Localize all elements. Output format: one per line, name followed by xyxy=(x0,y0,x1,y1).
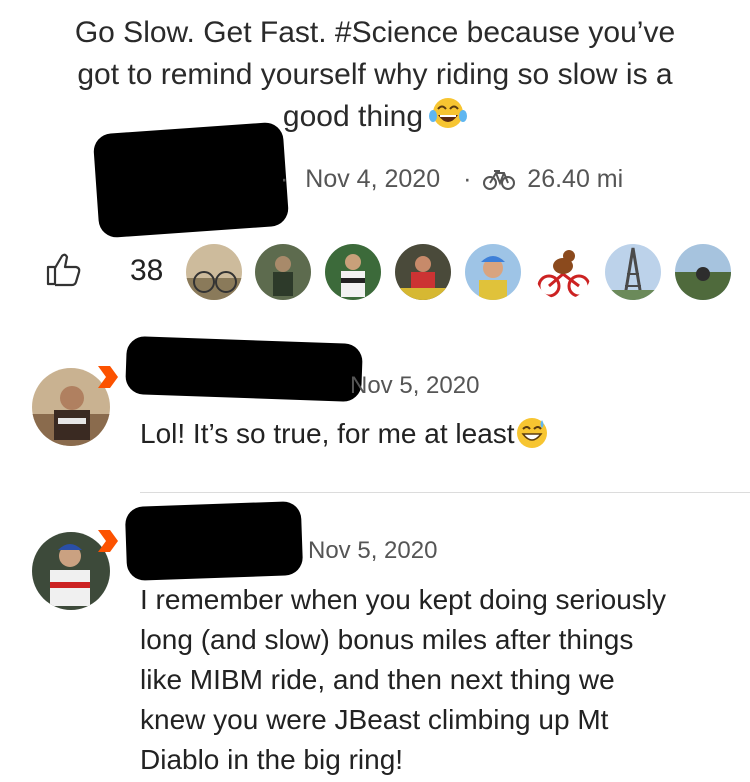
thumbs-up-icon[interactable] xyxy=(44,250,82,288)
kudo-avatar-2[interactable] xyxy=(255,244,311,300)
comment-body: Lol! It’s so true, for me at least xyxy=(140,418,515,449)
comment-divider xyxy=(140,492,750,493)
comment-line: like MIBM ride, and then next thing we xyxy=(140,664,615,695)
bike-icon xyxy=(483,170,516,191)
post-title: Go Slow. Get Fast. #Science because you’… xyxy=(0,12,750,138)
comment-line: knew you were JBeast climbing up Mt xyxy=(140,704,609,735)
subscriber-badge-icon xyxy=(98,366,118,388)
comment-date: Nov 5, 2020 xyxy=(350,372,480,399)
meta-separator: · xyxy=(463,164,472,193)
kudo-avatar-3[interactable] xyxy=(325,244,381,300)
kudo-avatar-8[interactable] xyxy=(675,244,731,300)
comment-line: long (and slow) bonus miles after things xyxy=(140,624,634,655)
laughing-tears-emoji-icon xyxy=(429,98,468,128)
kudo-avatar-4[interactable] xyxy=(395,244,451,300)
post-title-text: good thing xyxy=(282,100,424,133)
post-title-line: got to remind yourself why riding so slo… xyxy=(77,58,673,91)
kudo-avatar-6[interactable] xyxy=(535,244,591,300)
redacted-athlete-block xyxy=(92,121,290,239)
post-title-line: good thing xyxy=(0,96,750,138)
comment-date: Nov 5, 2020 xyxy=(308,537,438,564)
activity-meta: · Nov 4, 2020 · 26.40 mi xyxy=(280,164,623,194)
kudos-count[interactable]: 38 xyxy=(130,254,163,288)
meta-separator: · xyxy=(280,164,289,193)
kudo-avatar-1[interactable] xyxy=(186,244,242,300)
kudo-avatar-7[interactable] xyxy=(605,244,661,300)
comment-line: Diablo in the big ring! xyxy=(140,744,404,775)
activity-distance: 26.40 mi xyxy=(527,164,624,193)
redacted-commenter-name xyxy=(125,335,363,403)
activity-date: Nov 4, 2020 xyxy=(305,164,441,193)
post-title-line: Go Slow. Get Fast. #Science because you’… xyxy=(74,16,676,49)
subscriber-badge-icon xyxy=(98,530,118,552)
kudo-avatar-5[interactable] xyxy=(465,244,521,300)
comment-text: I remember when you kept doing seriously… xyxy=(140,580,666,780)
comment-text: Lol! It’s so true, for me at least xyxy=(140,414,549,454)
grinning-sweat-emoji-icon xyxy=(516,418,547,448)
redacted-commenter-name xyxy=(124,500,304,582)
comment-line: I remember when you kept doing seriously xyxy=(140,584,667,615)
